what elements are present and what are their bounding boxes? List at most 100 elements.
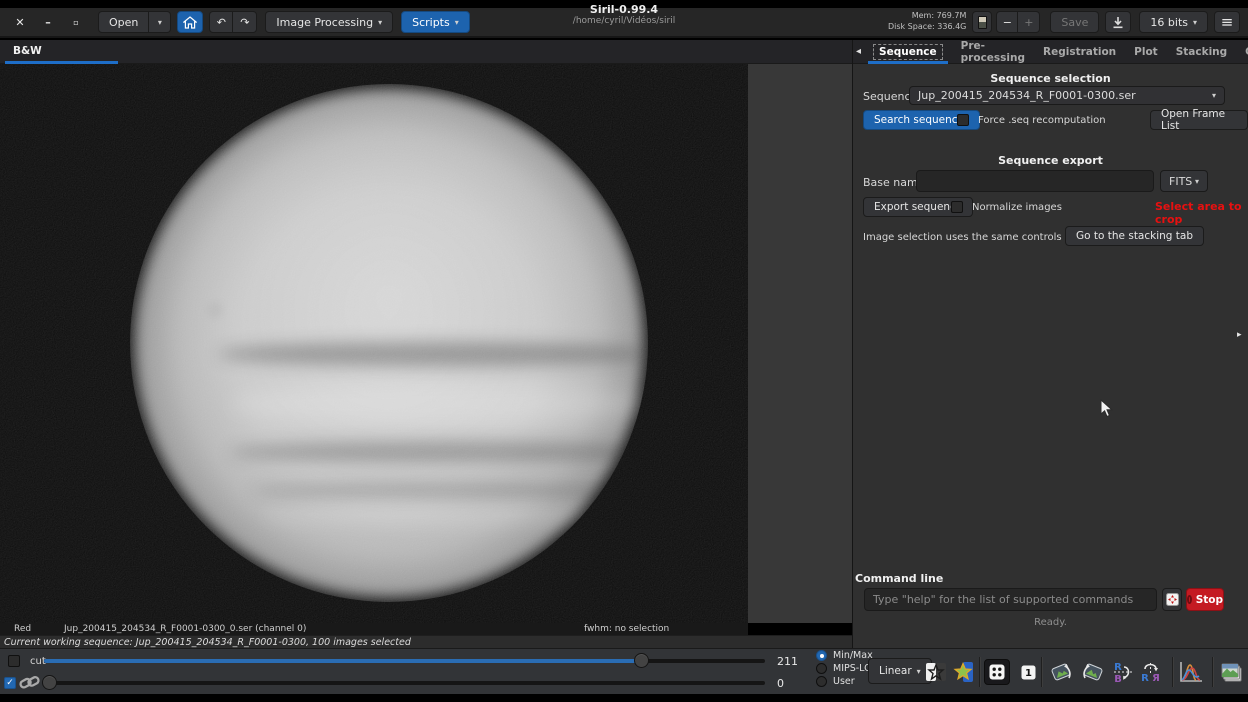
frame-list-button[interactable] (1218, 659, 1244, 685)
radio-label: User (833, 676, 855, 687)
force-seq-label: Force .seq recomputation (978, 115, 1106, 126)
menu-button[interactable]: ≡ (1214, 11, 1240, 33)
sequence-panel: Sequence selection Sequence: Jup_200415_… (853, 64, 1248, 648)
undo-button[interactable]: ↶ (209, 11, 234, 33)
normalize-images-checkbox[interactable] (951, 201, 963, 213)
save-as-icon (1113, 16, 1123, 28)
tools-tabbar: ◂ Sequence Pre-processing Registration P… (853, 40, 1248, 64)
rotate-right-button[interactable] (1080, 659, 1106, 685)
open-frame-list-button[interactable]: Open Frame List (1150, 108, 1248, 132)
fit-to-window-button[interactable] (984, 659, 1010, 685)
open-button[interactable]: Open (98, 11, 150, 33)
display-controls-bar: cut 211 ✓ 0 Min/Max MIPS-LO/HI User Line… (0, 648, 1248, 694)
open-dropdown-button[interactable]: ▾ (149, 11, 172, 33)
bit-depth-label: 16 bits (1150, 15, 1188, 29)
go-to-stacking-button[interactable]: Go to the stacking tab (1065, 226, 1205, 246)
export-format-dropdown[interactable]: FITS ▾ (1160, 170, 1208, 192)
filename-label: Jup_200415_204534_R_F0001-0300_0.ser (ch… (64, 624, 307, 634)
chevron-down-icon: ▾ (1211, 91, 1216, 100)
thumbnail-button[interactable] (972, 11, 993, 33)
svg-text:Я: Я (1152, 673, 1160, 684)
base-name-input[interactable] (916, 170, 1154, 192)
svg-text:1: 1 (1025, 668, 1032, 679)
panel-collapse-handle[interactable]: ▸ (1237, 330, 1242, 340)
tab-registration[interactable]: Registration (1034, 40, 1125, 64)
redo-button[interactable]: ↷ (233, 11, 258, 33)
tab-label: Registration (1043, 45, 1117, 58)
mode-minmax-radio[interactable]: Min/Max (816, 650, 873, 661)
image-display-area[interactable] (0, 64, 748, 623)
tab-label: Stacking (1175, 45, 1228, 58)
negative-star-icon (926, 663, 946, 681)
histogram-button[interactable] (1178, 659, 1204, 685)
svg-text:R: R (1114, 662, 1122, 673)
tabs-scroll-left-icon[interactable]: ◂ (853, 46, 864, 57)
lo-value: 0 (777, 677, 784, 690)
zoom-in-button[interactable]: + (1018, 11, 1041, 33)
sequence-export-title: Sequence export (998, 154, 1103, 167)
chevron-down-icon: ▾ (378, 17, 383, 27)
save-button[interactable]: Save (1050, 11, 1100, 33)
mode-user-radio[interactable]: User (816, 676, 855, 687)
stop-icon (1187, 595, 1192, 604)
status-ready-label: Ready. (1034, 617, 1067, 628)
lo-slider[interactable] (42, 675, 765, 690)
mirror-horizontal-icon: R Я (1141, 663, 1160, 684)
check-icon: ✓ (6, 678, 14, 688)
minimize-icon[interactable]: – (40, 16, 56, 29)
chevron-down-icon: ▾ (1194, 176, 1199, 186)
tab-sequence[interactable]: Sequence (864, 40, 952, 64)
radio-icon (816, 650, 827, 661)
command-list-button[interactable] (1162, 588, 1182, 611)
mirror-horizontal-button[interactable]: R Я (1138, 659, 1164, 685)
tab-pre-processing[interactable]: Pre-processing (952, 40, 1034, 64)
photometry-button[interactable] (950, 659, 976, 685)
hi-slider[interactable] (44, 653, 765, 668)
mirror-vertical-button[interactable]: R B (1110, 659, 1136, 685)
bit-depth-dropdown[interactable]: 16 bits ▾ (1139, 11, 1208, 33)
rotate-left-button[interactable] (1048, 659, 1074, 685)
disk-value: Disk Space: 336.4G (887, 22, 967, 31)
fwhm-label: fwhm: no selection (584, 624, 670, 634)
hi-slider-knob[interactable] (634, 653, 650, 668)
home-icon (183, 15, 198, 29)
image-processing-button[interactable]: Image Processing ▾ (265, 11, 394, 33)
one-to-one-zoom-button[interactable]: 1 (1015, 659, 1041, 685)
close-icon[interactable]: ✕ (12, 16, 28, 29)
hamburger-icon: ≡ (1220, 13, 1234, 31)
working-sequence-bar: Current working sequence: Jup_200415_204… (0, 635, 852, 648)
zoom-out-button[interactable]: − (996, 11, 1019, 33)
link-icon (19, 676, 40, 689)
lo-slider-knob[interactable] (42, 675, 57, 690)
save-as-button[interactable] (1105, 11, 1132, 33)
command-line-title: Command line (855, 572, 944, 585)
one-to-one-icon: 1 (1021, 665, 1035, 679)
chevron-down-icon: ▾ (1192, 17, 1197, 27)
tab-plot[interactable]: Plot (1125, 40, 1167, 64)
tab-stacking[interactable]: Stacking (1167, 40, 1236, 64)
image-tabbar: B&W (0, 40, 852, 64)
chevron-down-icon: ▾ (916, 666, 921, 676)
negative-view-button[interactable] (923, 659, 949, 685)
image-stack-icon (1221, 663, 1242, 682)
image-processing-label: Image Processing (276, 15, 374, 29)
sequence-dropdown[interactable]: Jup_200415_204534_R_F0001-0300.ser ▾ (909, 86, 1225, 105)
sequence-value: Jup_200415_204534_R_F0001-0300.ser (918, 89, 1136, 102)
force-seq-checkbox[interactable] (957, 114, 969, 126)
normalize-images-label: Normalize images (972, 202, 1062, 213)
stop-button[interactable]: Stop (1186, 588, 1224, 611)
tab-label: Plot (1134, 45, 1158, 58)
cut-checkbox[interactable] (8, 655, 20, 667)
memory-info: Mem: 769.7M Disk Space: 336.4G (888, 11, 966, 33)
tab-console[interactable]: Console (1236, 40, 1248, 64)
mem-value: Mem: 769.7M (911, 11, 967, 21)
link-cut-checkbox[interactable]: ✓ (4, 677, 16, 689)
tab-bw[interactable]: B&W (0, 40, 118, 64)
command-input[interactable] (864, 588, 1157, 611)
fit-grid-icon (989, 664, 1005, 680)
histogram-icon (1180, 662, 1202, 682)
maximize-icon[interactable]: ▫ (68, 18, 84, 27)
home-button[interactable] (177, 11, 204, 33)
svg-text:R: R (1141, 673, 1149, 684)
scripts-button[interactable]: Scripts ▾ (401, 11, 470, 33)
